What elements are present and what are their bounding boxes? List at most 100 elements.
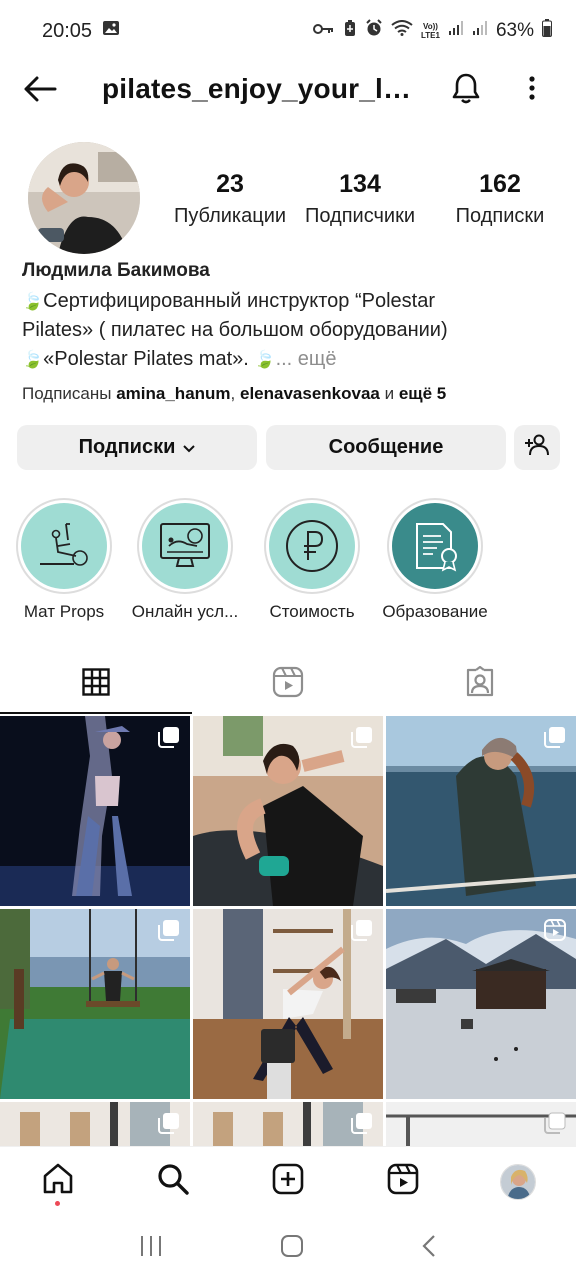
own-avatar <box>500 1163 537 1200</box>
add-user-icon <box>524 434 550 462</box>
profile-stats: 23 Публикации 134 Подписчики 162 Подписк… <box>160 168 560 238</box>
system-navigation <box>0 1216 576 1280</box>
profile-tabs <box>0 654 576 714</box>
followed-separator: , <box>230 384 240 403</box>
followed-prefix: Подписаны <box>22 384 117 403</box>
tab-posts-grid[interactable] <box>0 654 192 714</box>
carousel-icon <box>158 727 179 748</box>
bell-icon[interactable] <box>446 68 486 108</box>
more-vertical-icon[interactable] <box>514 68 550 108</box>
stat-followers[interactable]: 134 Подписчики <box>296 168 424 232</box>
lte-bottom-label: LTE1 <box>421 31 440 40</box>
bio-text-3: «Polestar Pilates mat». <box>43 348 249 370</box>
stat-following[interactable]: 162 Подписки <box>436 168 564 232</box>
highlight-online[interactable]: Онлайн усл... <box>130 498 240 622</box>
lte-indicator: Vo)) LTE1 <box>421 22 440 40</box>
notification-dot <box>55 1201 60 1206</box>
plus-square-icon <box>272 1163 304 1200</box>
post-thumbnail[interactable] <box>386 1102 576 1146</box>
highlight-price[interactable]: Стоимость <box>257 498 367 622</box>
battery-icon <box>542 19 552 43</box>
grid-icon <box>82 667 110 701</box>
nav-create[interactable] <box>230 1147 345 1216</box>
post-thumbnail[interactable] <box>193 716 383 906</box>
vpn-key-icon <box>313 20 335 42</box>
following-button-label: Подписки <box>78 436 176 458</box>
profile-bio: 🍃Сертифицированный инструктор “Polestar … <box>22 287 562 374</box>
leaf-icon: 🍃 <box>22 350 44 369</box>
reels-icon <box>272 666 304 703</box>
bio-text-1: Сертифицированный инструктор “Polestar <box>43 290 435 312</box>
post-thumbnail[interactable] <box>0 1102 190 1146</box>
post-thumbnail[interactable] <box>386 909 576 1099</box>
chevron-down-icon <box>183 436 196 459</box>
home-icon <box>41 1162 75 1201</box>
highlight-ring <box>264 498 360 594</box>
carousel-icon <box>351 727 372 748</box>
stat-followers-count: 134 <box>339 170 381 198</box>
highlight-label: Образование <box>382 602 488 621</box>
bio-line-1: 🍃Сертифицированный инструктор “Polestar <box>22 287 562 316</box>
reel-icon <box>544 919 566 941</box>
nav-reels[interactable] <box>346 1147 461 1216</box>
followed-more: ещё 5 <box>398 384 447 403</box>
home-button-icon[interactable] <box>280 1234 304 1263</box>
highlight-label: Онлайн усл... <box>131 602 239 621</box>
carousel-icon <box>544 727 565 748</box>
following-button[interactable]: Подписки <box>17 425 257 470</box>
bio-line-2: Pilates» ( пилатес на большом оборудован… <box>22 319 448 341</box>
wifi-icon <box>391 20 413 42</box>
carousel-icon <box>351 920 372 941</box>
stat-following-label: Подписки <box>455 205 545 227</box>
stat-following-count: 162 <box>479 170 521 198</box>
status-bar: 20:05 Vo)) LTE1 63% <box>0 0 576 62</box>
stat-posts-count: 23 <box>216 170 244 198</box>
nav-home[interactable] <box>0 1147 115 1216</box>
battery-percent: 63% <box>495 20 534 41</box>
posts-grid <box>0 716 576 1146</box>
profile-header: pilates_enjoy_your_li... <box>0 62 576 116</box>
recent-apps-icon[interactable] <box>139 1235 163 1262</box>
stat-posts-label: Публикации <box>173 205 287 227</box>
online-monitor-icon <box>142 503 228 589</box>
highlight-mat-props[interactable]: Мат Props <box>9 498 119 622</box>
post-thumbnail[interactable] <box>386 716 576 906</box>
certificate-icon <box>392 503 478 589</box>
tab-reels[interactable] <box>192 654 384 714</box>
signal-icon <box>448 20 464 42</box>
tagged-icon <box>464 665 496 703</box>
add-user-button[interactable] <box>514 425 560 470</box>
highlight-ring <box>137 498 233 594</box>
signal-2-icon <box>472 20 488 42</box>
stat-posts[interactable]: 23 Публикации <box>168 168 292 232</box>
highlight-label: Мат Props <box>23 602 105 621</box>
followed-by[interactable]: Подписаны amina_hanum, elenavasenkovaa и… <box>22 384 446 404</box>
highlight-education[interactable]: Образование <box>380 498 490 622</box>
tab-tagged[interactable] <box>384 654 576 714</box>
post-thumbnail[interactable] <box>0 909 190 1099</box>
search-icon <box>157 1163 189 1200</box>
back-arrow-icon[interactable] <box>20 69 60 109</box>
reels-icon <box>387 1163 419 1200</box>
back-button-icon[interactable] <box>421 1234 437 1263</box>
stat-followers-label: Подписчики <box>304 205 416 227</box>
nav-profile[interactable] <box>461 1147 576 1216</box>
highlight-ring <box>387 498 483 594</box>
gallery-icon <box>102 20 120 42</box>
leaf-icon: 🍃 <box>254 350 276 369</box>
followed-user-2: elenavasenkovaa <box>239 384 380 403</box>
message-button[interactable]: Сообщение <box>266 425 506 470</box>
post-thumbnail[interactable] <box>193 1102 383 1146</box>
post-thumbnail[interactable] <box>0 716 190 906</box>
nav-search[interactable] <box>115 1147 230 1216</box>
bottom-navigation <box>0 1146 576 1216</box>
battery-saver-icon <box>343 19 357 43</box>
post-thumbnail[interactable] <box>193 909 383 1099</box>
status-time: 20:05 <box>42 19 93 42</box>
profile-username: pilates_enjoy_your_li... <box>102 73 412 104</box>
lte-top-label: Vo)) <box>423 22 438 31</box>
highlight-ring <box>16 498 112 594</box>
profile-avatar[interactable] <box>28 142 140 254</box>
carousel-icon <box>158 920 179 941</box>
bio-more-link[interactable]: ... ещё <box>276 348 337 370</box>
